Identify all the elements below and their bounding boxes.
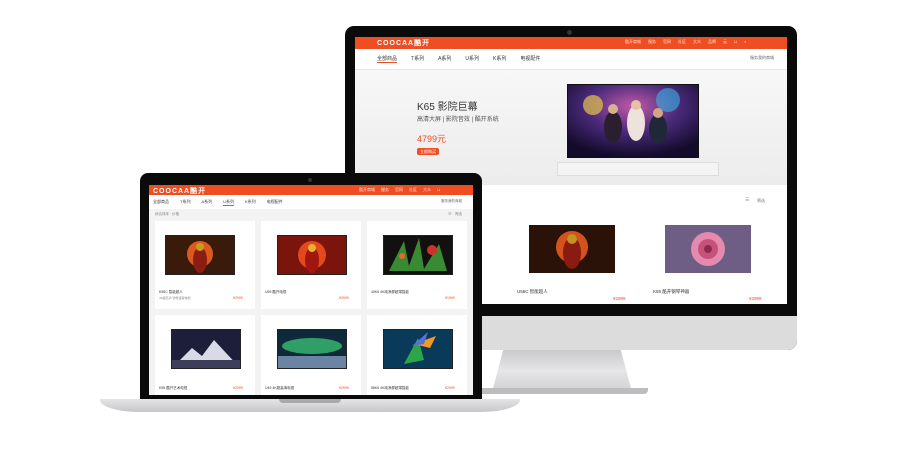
my-mall-link[interactable]: 服务我的商城 [750, 55, 774, 61]
tab-a-series[interactable]: A系列 [438, 55, 451, 63]
product-price: ¥2999 [233, 296, 243, 300]
top-nav-item[interactable]: 官网 [395, 187, 403, 193]
hero-price: 4799元 [417, 134, 447, 144]
top-nav-item[interactable]: 社区 [409, 187, 417, 193]
product-price: ¥1999 [445, 296, 455, 300]
product-price: ¥2999 [749, 296, 762, 301]
tab-t-series[interactable]: T系列 [411, 55, 424, 63]
product-title: U55C 智能超人 [517, 289, 548, 294]
monitor-base [478, 388, 648, 394]
top-nav-item[interactable]: 品牌 [708, 39, 716, 48]
tab-k-series[interactable]: K系列 [493, 55, 506, 63]
top-nav-item[interactable]: 官网 [663, 39, 671, 48]
top-nav-item[interactable]: 云 [723, 39, 727, 48]
hero-title: K65 影院巨幕 [417, 102, 478, 113]
product-price: ¥2999 [445, 386, 455, 390]
camera-icon [567, 30, 572, 35]
product-card[interactable]: K55C 智能超人 4K超高清 智能语音电视 ¥2999 [155, 221, 255, 309]
product-title: 58K6 4K纯净屏超薄智能 [371, 386, 409, 390]
tab-u-series[interactable]: U系列 [465, 55, 479, 63]
tab-accessories[interactable]: 电视配件 [267, 199, 283, 206]
category-nav: 全部商品 T系列 A系列 U系列 K系列 电视配件 服务我的商城 [355, 49, 787, 70]
product-image [383, 329, 453, 369]
product-title: K55C 智能超人 [159, 290, 183, 294]
monitor-stand [492, 350, 632, 392]
product-price: ¥2999 [233, 386, 243, 390]
concert-picture [568, 85, 698, 157]
product-title: K55 酷开钢琴神器 [653, 289, 690, 294]
sort-control[interactable]: 综合排序 · 价格 [155, 212, 179, 217]
top-nav-item[interactable]: 服务 [648, 39, 656, 48]
product-card[interactable]: U49 4K超高清电视 ¥2999 [261, 315, 361, 395]
product-image [171, 329, 241, 369]
product-image [529, 225, 615, 273]
tab-accessories[interactable]: 电视配件 [520, 55, 540, 63]
tab-all[interactable]: 全部商品 [377, 55, 398, 63]
product-price: ¥2999 [339, 296, 349, 300]
product-image [165, 235, 235, 275]
laptop: COOCAA酷开 酷开商城 服务 官网 社区 大众 ⊔ 全部商品 T系列 A系列… [140, 173, 482, 399]
product-title: U55 酷开电视 [265, 290, 287, 294]
camera-icon [308, 178, 312, 182]
product-image [277, 329, 347, 369]
tab-all[interactable]: 全部商品 [153, 199, 169, 206]
tab-u-series[interactable]: U系列 [223, 199, 235, 206]
brand-logo[interactable]: COOCAA酷开 [377, 38, 430, 48]
product-card[interactable]: U55C 智能超人 ¥2999 [507, 215, 635, 304]
my-mall-link[interactable]: 服务我的商城 [441, 199, 462, 204]
product-title: U49 4K超高清电视 [265, 386, 295, 390]
product-card[interactable]: K55 酷开钢琴神器 ¥2999 [643, 215, 771, 304]
cart-icon[interactable]: ⊔ [437, 187, 440, 193]
product-image [665, 225, 751, 273]
tab-a-series[interactable]: A系列 [201, 199, 212, 206]
product-image [277, 235, 347, 275]
tab-k-series[interactable]: K系列 [245, 199, 256, 206]
search-icon[interactable]: ⌕ [744, 39, 746, 48]
hero-banner: K65 影院巨幕 高清大屏 | 影院音效 | 酷开系统 4799元 立即购买 [355, 70, 787, 185]
product-card[interactable]: 58K6 4K纯净屏超薄智能 ¥2999 [367, 315, 467, 395]
top-nav-item[interactable]: 大众 [423, 187, 431, 193]
product-subtitle: 4K超高清 智能语音电视 [159, 296, 191, 300]
tab-t-series[interactable]: T系列 [180, 199, 190, 206]
site-header: COOCAA酷开 酷开商城 服务 官网 社区 大众 品牌 云 ⊔ ⌕ [355, 37, 787, 49]
hero-subtitle: 高清大屏 | 影院音效 | 酷开系统 [417, 117, 499, 123]
tv-stand-cabinet [557, 162, 719, 176]
site-header: COOCAA酷开 酷开商城 服务 官网 社区 大众 ⊔ [149, 185, 473, 195]
top-nav-item[interactable]: 大众 [693, 39, 701, 48]
list-view-icon[interactable]: ☰ [745, 197, 749, 203]
product-price: ¥2999 [613, 296, 626, 301]
filter-label[interactable]: 筛选 [757, 198, 765, 204]
cart-icon[interactable]: ⊔ [734, 39, 737, 48]
buy-now-button[interactable]: 立即购买 [417, 148, 439, 155]
top-nav: 酷开商城 服务 官网 社区 大众 品牌 云 ⊔ ⌕ [625, 39, 785, 48]
product-title: 40K6 4K纯净屏超薄智能 [371, 290, 409, 294]
list-view-icon[interactable]: ☰ [448, 211, 452, 216]
top-nav-item[interactable]: 酷开商城 [625, 39, 641, 48]
top-nav-item[interactable]: 社区 [678, 39, 686, 48]
product-card[interactable]: K55 酷开艺术电视 ¥2999 [155, 315, 255, 395]
top-nav-item[interactable]: 酷开商城 [359, 187, 375, 193]
laptop-opening-notch [279, 399, 341, 403]
category-nav: 全部商品 T系列 A系列 U系列 K系列 电视配件 服务我的商城 [149, 195, 473, 210]
top-nav: 酷开商城 服务 官网 社区 大众 ⊔ [359, 187, 440, 193]
product-image [383, 235, 453, 275]
product-title: K55 酷开艺术电视 [159, 386, 188, 390]
product-price: ¥2999 [339, 386, 349, 390]
laptop-screen: COOCAA酷开 酷开商城 服务 官网 社区 大众 ⊔ 全部商品 T系列 A系列… [149, 185, 473, 395]
product-card[interactable]: U55 酷开电视 ¥2999 [261, 221, 361, 309]
top-nav-item[interactable]: 服务 [381, 187, 389, 193]
product-card[interactable]: 40K6 4K纯净屏超薄智能 ¥1999 [367, 221, 467, 309]
filter-label[interactable]: 筛选 [455, 212, 462, 217]
hero-tv-image [567, 84, 699, 158]
